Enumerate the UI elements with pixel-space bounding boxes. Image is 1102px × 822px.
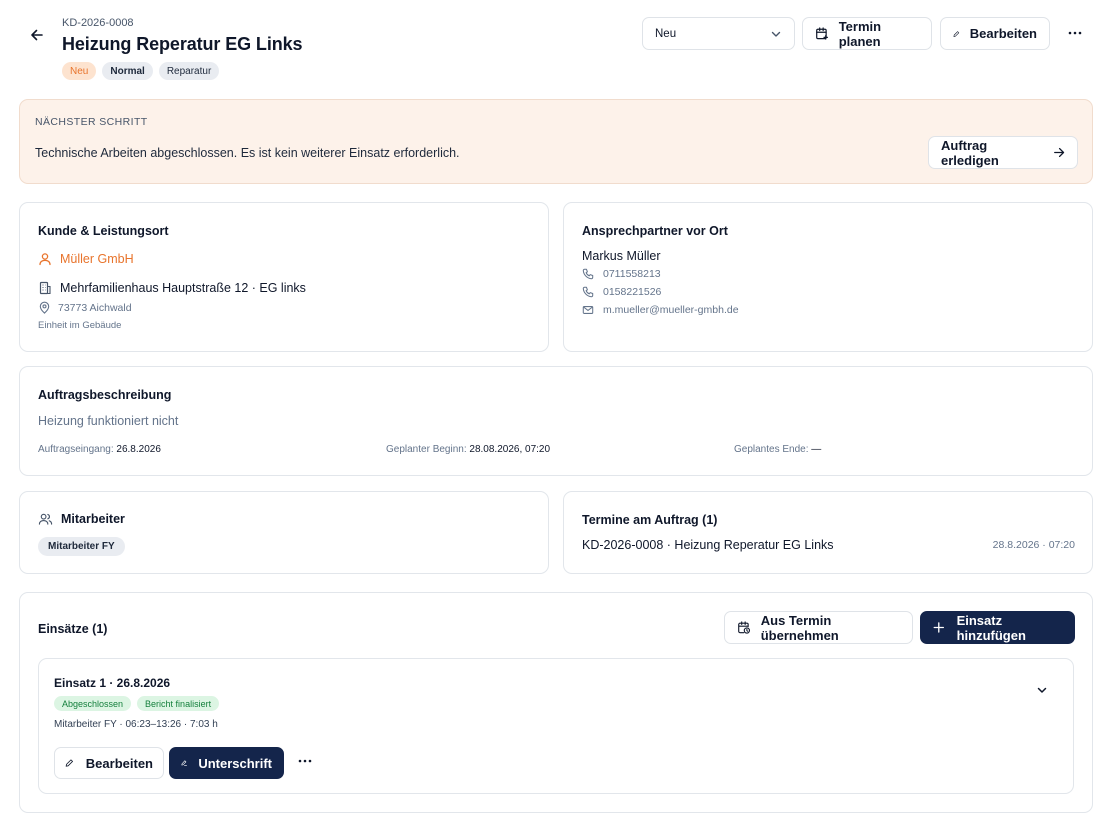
received-date: Auftragseingang: 26.8.2026 — [38, 444, 161, 455]
operation-edit-label: Bearbeiten — [85, 755, 153, 771]
start-value: 28.08.2026, 07:20 — [469, 444, 551, 455]
signature-button[interactable]: Unterschrift — [169, 747, 284, 779]
users-icon — [38, 513, 53, 525]
next-step-banner: NÄCHSTER SCHRITT Technische Arbeiten abg… — [19, 99, 1093, 184]
priority-tag: Normal — [102, 62, 153, 80]
operations-card: Einsätze (1) Aus Termin übernehmen Einsa… — [19, 592, 1093, 813]
operation-status-list: Abgeschlossen Bericht finalisiert — [54, 696, 220, 711]
edit-button[interactable]: Bearbeiten — [940, 17, 1050, 50]
email-row[interactable]: m.mueller@mueller-gmbh.de — [582, 304, 739, 316]
add-operation-label: Einsatz hinzufügen — [956, 612, 1026, 643]
edit-button-label: Bearbeiten — [969, 26, 1037, 41]
description-title: Auftragsbeschreibung — [38, 388, 172, 402]
customer-card: Kunde & Leistungsort Müller GmbH Mehrfam… — [19, 202, 549, 352]
type-tag: Reparatur — [158, 62, 220, 80]
map-pin-icon — [39, 301, 50, 314]
appointments-title: Termine am Auftrag (1) — [582, 513, 718, 527]
status-select[interactable]: Neu — [642, 17, 795, 50]
add-operation-button[interactable]: Einsatz hinzufügen — [920, 611, 1075, 644]
more-horizontal-icon — [298, 759, 312, 763]
start-label: Geplanter Beginn: — [386, 444, 467, 455]
planned-start: Geplanter Beginn: 28.08.2026, 07:20 — [386, 444, 550, 455]
order-number: KD-2026-0008 — [62, 17, 134, 29]
chevron-down-icon — [1037, 687, 1047, 693]
next-step-text: Technische Arbeiten abgeschlossen. Es is… — [35, 146, 460, 160]
pencil-icon — [65, 759, 73, 767]
contact-card-title: Ansprechpartner vor Ort — [582, 224, 728, 238]
operation-edit-button[interactable]: Bearbeiten — [54, 747, 164, 779]
signature-label: Unterschrift — [198, 755, 272, 771]
take-over-button[interactable]: Aus Termin übernehmen — [724, 611, 913, 644]
arrow-right-icon — [1053, 147, 1064, 158]
status-badge-completed: Abgeschlossen — [54, 696, 132, 711]
description-text: Heizung funktioniert nicht — [38, 414, 179, 428]
arrow-left-icon — [31, 29, 43, 41]
building-text: Mehrfamilienhaus Hauptstraße 12 · EG lin… — [60, 281, 306, 295]
customer-name: Müller GmbH — [60, 252, 134, 266]
complete-order-button[interactable]: Auftrag erledigen — [928, 136, 1078, 169]
complete-order-label: Auftrag erledigen — [941, 137, 999, 168]
operation-meta: Mitarbeiter FY · 06:23–13:26 · 7:03 h — [54, 719, 218, 730]
received-value: 26.8.2026 — [116, 444, 161, 455]
calendar-clock-icon — [738, 621, 751, 634]
phone-icon — [582, 286, 594, 298]
expand-button[interactable] — [1036, 684, 1048, 696]
customer-link[interactable]: Müller GmbH — [38, 252, 134, 266]
pencil-icon — [953, 30, 960, 37]
customer-card-title: Kunde & Leistungsort — [38, 224, 169, 238]
status-select-value: Neu — [655, 27, 677, 40]
received-label: Auftragseingang: — [38, 444, 114, 455]
phone-icon — [582, 268, 594, 280]
appointment-date: 28.8.2026 · 07:20 — [992, 539, 1075, 551]
more-horizontal-icon — [1068, 31, 1082, 35]
building-icon — [39, 281, 51, 295]
more-options-button[interactable] — [1064, 23, 1086, 43]
end-label: Geplantes Ende: — [734, 444, 809, 455]
mail-icon — [582, 306, 594, 314]
address-row: 73773 Aichwald — [38, 301, 132, 314]
staff-title: Mitarbeiter — [61, 512, 125, 526]
next-step-label: NÄCHSTER SCHRITT — [35, 116, 148, 128]
signature-pen-icon — [181, 760, 187, 766]
unit-note: Einheit im Gebäude — [38, 320, 122, 331]
operation-title: Einsatz 1 · 26.8.2026 — [54, 676, 171, 690]
staff-header: Mitarbeiter — [38, 512, 125, 526]
operations-title: Einsätze (1) — [38, 622, 108, 636]
chevron-down-icon — [771, 31, 781, 37]
email: m.mueller@mueller-gmbh.de — [603, 304, 739, 316]
phone-row-2[interactable]: 0158221526 — [582, 286, 661, 298]
operation-more-button[interactable] — [298, 759, 312, 763]
operation-item: Einsatz 1 · 26.8.2026 Abgeschlossen Beri… — [38, 658, 1074, 794]
status-badge-report: Bericht finalisiert — [137, 696, 220, 711]
phone-2: 0158221526 — [603, 286, 662, 298]
appointments-card: Termine am Auftrag (1) KD-2026-0008 · He… — [563, 491, 1093, 574]
back-button[interactable] — [26, 24, 48, 46]
building-row: Mehrfamilienhaus Hauptstraße 12 · EG lin… — [38, 281, 306, 295]
schedule-button[interactable]: Termin planen — [802, 17, 932, 50]
contact-card: Ansprechpartner vor Ort Markus Müller 07… — [563, 202, 1093, 352]
user-icon — [39, 253, 51, 266]
schedule-button-label: Termin planen — [838, 18, 882, 49]
plus-icon — [933, 622, 944, 633]
contact-name: Markus Müller — [582, 249, 661, 263]
description-card: Auftragsbeschreibung Heizung funktionier… — [19, 366, 1093, 476]
page-title: Heizung Reperatur EG Links — [62, 34, 303, 54]
planned-end: Geplantes Ende: — — [734, 444, 821, 455]
tag-list: Neu Normal Reparatur — [62, 62, 220, 80]
address-text: 73773 Aichwald — [58, 301, 132, 314]
staff-chip[interactable]: Mitarbeiter FY — [38, 537, 125, 556]
status-tag: Neu — [62, 62, 97, 80]
end-value: — — [811, 444, 822, 455]
calendar-plus-icon — [816, 27, 829, 40]
phone-row-1[interactable]: 0711558213 — [582, 268, 661, 280]
phone-1: 0711558213 — [603, 268, 661, 280]
appointment-item[interactable]: KD-2026-0008 · Heizung Reperatur EG Link… — [582, 538, 834, 552]
take-over-label: Aus Termin übernehmen — [760, 612, 839, 643]
staff-card: Mitarbeiter Mitarbeiter FY — [19, 491, 549, 574]
